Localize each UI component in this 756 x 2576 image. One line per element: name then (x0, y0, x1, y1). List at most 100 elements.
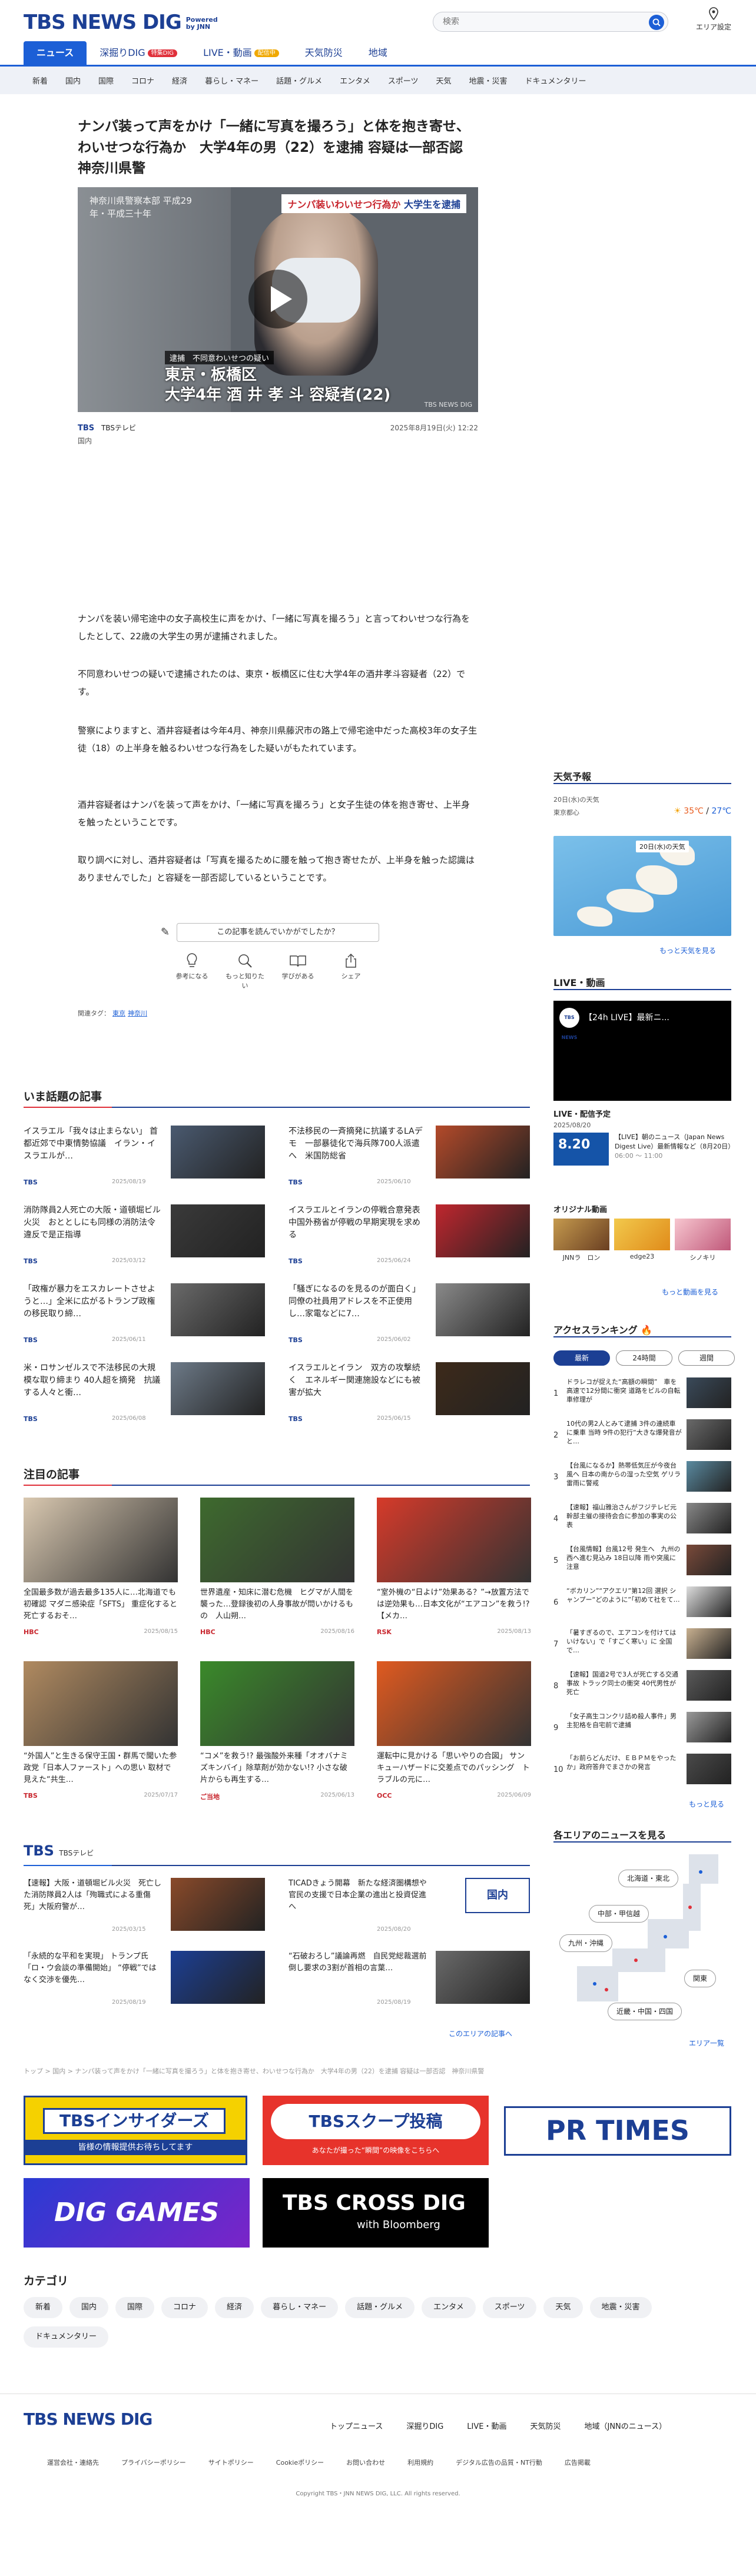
footer-nav-link[interactable]: 天気防災 (530, 2420, 561, 2431)
nav-weather[interactable]: 天気防災 (292, 41, 356, 65)
search-input[interactable] (443, 17, 637, 26)
search-box[interactable] (433, 12, 668, 32)
hot-article-item[interactable]: イスラエルとイラン 双方の攻撃続く エネルギー関連施設などにも被害が拡大 TBS 2… (289, 1362, 530, 1433)
hot-article-item[interactable]: 「騒ぎになるのを見るのが面白く」同僚の社員用アドレスを不正使用し…家電などに7…… (289, 1283, 530, 1354)
category-nav-item[interactable]: 地震・災害 (460, 75, 516, 86)
footer-policy-link[interactable]: 広告掲載 (565, 2458, 591, 2467)
area-pill-chubu[interactable]: 中部・甲信越 (589, 1905, 649, 1923)
ranking-tab-24h[interactable]: 24時間 (616, 1350, 672, 1366)
diggames-banner[interactable]: DIG GAMES (24, 2178, 250, 2248)
crossdig-banner[interactable]: TBS CROSS DIG with Bloomberg (263, 2178, 489, 2248)
ranking-item[interactable]: 3 【台風になるか】熱帯低気圧が今夜台風へ 日本の南からの湿った空気 ゲリラ雷雨に… (553, 1461, 731, 1495)
reaction-want-more[interactable]: もっと知りたい (225, 950, 265, 990)
feedback-button[interactable]: ✎ この記事を読んでいかがでしたか？ (161, 923, 379, 942)
article-video[interactable]: 神奈川県警察本部 平成29年・平成三十年 ナンパ装いわいせつ行為か 大学生を逮捕… (78, 187, 478, 412)
tag-link[interactable]: 神奈川 (128, 1010, 147, 1017)
footer-policy-link[interactable]: 運営会社・連絡先 (47, 2458, 99, 2467)
footer-policy-link[interactable]: 利用規約 (407, 2458, 433, 2467)
ranking-item[interactable]: 8 【速報】国道2号で3人が死亡する交通事故 トラック同士の衝突 40代男性が死亡 (553, 1670, 731, 1704)
nav-area[interactable]: 地域 (356, 41, 400, 65)
nav-dig[interactable]: 深掘りDIG 特集DIG (87, 41, 190, 65)
category-nav-item[interactable]: エンタメ (331, 75, 379, 86)
footer-policy-link[interactable]: Cookieポリシー (276, 2458, 324, 2467)
nav-news[interactable]: ニュース (24, 41, 87, 65)
ranking-item[interactable]: 2 10代の男2人とみて逮捕 3件の連続車に乗車 当時 9件の犯行“大きな爆発音が… (553, 1419, 731, 1453)
search-button[interactable] (649, 15, 664, 30)
weather-map[interactable]: 20日(水)の天気 (553, 836, 731, 936)
nav-live[interactable]: LIVE・動画 配信中 (190, 41, 292, 65)
source-logo[interactable]: TBS (78, 424, 94, 433)
category-pill[interactable]: コロナ (161, 2297, 208, 2318)
featured-article-item[interactable]: 全国最多数が過去最多135人に…北海道でも初確認 マダニ感染症「SFTS」 重症… (24, 1498, 178, 1645)
site-logo[interactable]: TBS NEWS DIG Powered by JNN (24, 11, 221, 34)
original-video-item[interactable]: edge23 (614, 1219, 670, 1262)
footer-policy-link[interactable]: サイトポリシー (208, 2458, 254, 2467)
footer-nav-link[interactable]: トップニュース (330, 2420, 383, 2431)
category-pill[interactable]: 地震・災害 (589, 2297, 652, 2318)
ranking-item[interactable]: 6 “ボカリン”“アクエリ”第12回 選択 シャンプー“どのように”「初めて社をて… (553, 1586, 731, 1621)
ranking-item[interactable]: 10 「お前らどんだけ、ＥＢＰＭをやったか」政府答弁でまさかの発言 (553, 1754, 731, 1788)
live-schedule-item[interactable]: 8.20 【LIVE】朝のニュース（Japan News Digest Live… (553, 1133, 734, 1168)
footer-nav-link[interactable]: 深掘りDIG (406, 2420, 443, 2431)
area-pill-kanto[interactable]: 関東 (684, 1970, 717, 1987)
reaction-helpful[interactable]: 参考になる (172, 950, 212, 990)
footer-logo[interactable]: TBS NEWS DIG (24, 2409, 152, 2429)
hot-article-item[interactable]: イスラエルとイランの停戦合意発表 中国外務省が停戦の早期実現を求める TBS 202… (289, 1204, 530, 1275)
category-nav-item[interactable]: 経済 (163, 75, 196, 86)
scoop-banner[interactable]: TBSスクープ投稿 あなたが撮った“瞬間”の映像をこちらへ (263, 2096, 489, 2165)
ranking-item[interactable]: 1 ドラレコが捉えた“高額の瞬間” 車を高速で12分間に衝突 道路をビルの自転車修… (553, 1377, 731, 1412)
ranking-tab-weekly[interactable]: 週間 (678, 1350, 735, 1366)
footer-nav-link[interactable]: LIVE・動画 (467, 2420, 506, 2431)
category-pill[interactable]: 国内 (69, 2297, 109, 2318)
category-pill[interactable]: 国際 (115, 2297, 155, 2318)
area-pill-kinki[interactable]: 近畿・中国・四国 (608, 2003, 682, 2020)
category-nav-item[interactable]: 暮らし・マネー (196, 75, 267, 86)
category-pill[interactable]: スポーツ (482, 2297, 537, 2318)
tbs-article-item[interactable]: 「永続的な平和を実現」 トランプ氏「ロ・ウ会談の準備開始」 “停戦”ではなく交渉… (24, 1951, 265, 2010)
footer-policy-link[interactable]: プライバシーポリシー (121, 2458, 186, 2467)
video-more-link[interactable]: もっと動画を見る (662, 1287, 718, 1297)
insiders-banner[interactable]: TBSインサイダーズ 皆様の情報提供お待ちしてます (24, 2096, 247, 2165)
featured-article-item[interactable]: 世界遺産・知床に潜む危機 ヒグマが人間を襲った…登録後初の人身事故が問いかけるも… (200, 1498, 354, 1645)
category-pill[interactable]: 新着 (24, 2297, 63, 2318)
category-nav-item[interactable]: ドキュメンタリー (516, 75, 595, 86)
featured-article-item[interactable]: “コメ”を救う!? 最強酸外来種「オオバナミズキンバイ」除草剤が効かない!? 小… (200, 1661, 354, 1808)
original-video-item[interactable]: シノキリ (675, 1219, 731, 1262)
area-setting-button[interactable]: エリア設定 (690, 7, 737, 32)
weather-summary[interactable]: 20日(水)の天気 東京都心 ☀ 35℃ / 27℃ (553, 795, 731, 817)
hot-article-item[interactable]: 消防隊員2人死亡の大阪・道頓堀ビル火災 おととしにも同様の消防法令違反で是正指導… (24, 1204, 265, 1275)
category-pill[interactable]: 天気 (543, 2297, 583, 2318)
tbs-more-link[interactable]: このエリアの記事へ (449, 2029, 512, 2039)
play-button-icon[interactable] (248, 270, 307, 328)
footer-policy-link[interactable]: デジタル広告の品質・NT行動 (456, 2458, 542, 2467)
category-nav-item[interactable]: コロナ (122, 75, 163, 86)
category-pill[interactable]: 暮らし・マネー (261, 2297, 339, 2318)
article-category[interactable]: 国内 (78, 436, 92, 446)
reaction-learned[interactable]: 学びがある (278, 950, 318, 990)
tbs-article-item[interactable]: 【速報】大阪・道頓堀ビル火災 死亡した消防隊員2人は「殉職式による重傷死」大阪府… (24, 1878, 265, 1937)
weather-more-link[interactable]: もっと天気を見る (659, 945, 716, 955)
hot-article-item[interactable]: 米・ロサンゼルスで不法移民の大規模な取り締まり 40人超を摘発 抗議する人々と衝… (24, 1362, 265, 1433)
hot-article-item[interactable]: 不法移民の一斉摘発に抗議するLAデモ 一部暴徒化で海兵隊700人派遣へ 米国防総… (289, 1126, 530, 1196)
footer-nav-link[interactable]: 地域（JNNのニュース） (584, 2420, 667, 2431)
source-name[interactable]: TBSテレビ (101, 424, 136, 432)
category-nav-item[interactable]: 新着 (24, 75, 57, 86)
category-nav-item[interactable]: 天気 (427, 75, 460, 86)
category-nav-item[interactable]: 国内 (57, 75, 89, 86)
category-pill[interactable]: 経済 (215, 2297, 254, 2318)
hot-article-item[interactable]: 「政権が暴力をエスカレートさせようと…」全米に広がるトランプ政権の移民取り締… T… (24, 1283, 265, 1354)
tbs-article-item[interactable]: “石破おろし”議論再燃 自民党総裁選前倒し要求の3割が首相の言葉… 2025/08… (289, 1951, 530, 2010)
featured-article-item[interactable]: “室外機の“日よけ”効果ある？”→放置方法では逆効果も…日本文化が“エアコン”を… (377, 1498, 531, 1645)
category-nav-item[interactable]: 国際 (89, 75, 122, 86)
area-pill-kyushu[interactable]: 九州・沖縄 (559, 1934, 613, 1952)
footer-policy-link[interactable]: お問い合わせ (346, 2458, 385, 2467)
ranking-item[interactable]: 9 「女子高生コンクリ詰め殺人事件」男主犯格を自宅前で逮捕 (553, 1712, 731, 1746)
ranking-tab-latest[interactable]: 最新 (553, 1350, 610, 1366)
category-nav-item[interactable]: 話題・グルメ (267, 75, 331, 86)
reaction-share[interactable]: シェア (331, 950, 371, 990)
hot-article-item[interactable]: イスラエル「我々は止まらない」 首都近郊で中東情勢協議 イラン・イスラエルが… T… (24, 1126, 265, 1196)
area-pill-hokkaido-tohoku[interactable]: 北海道・東北 (618, 1870, 679, 1887)
area-more-link[interactable]: エリア一覧 (689, 2038, 724, 2048)
category-pill[interactable]: エンタメ (422, 2297, 476, 2318)
category-pill[interactable]: ドキュメンタリー (24, 2326, 109, 2348)
